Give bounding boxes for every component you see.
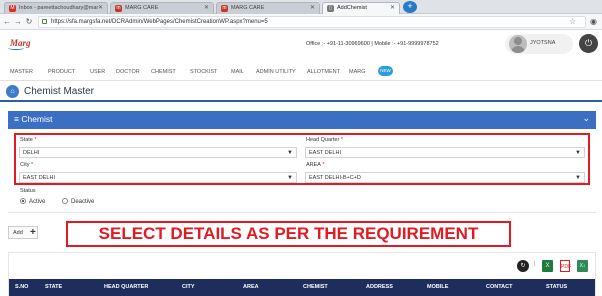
plus-icon: + xyxy=(30,227,36,238)
divider: | xyxy=(534,261,536,267)
menu-item-mail[interactable]: MAIL xyxy=(231,69,244,75)
page-icon: ▯ xyxy=(327,5,334,12)
gmail-icon: M xyxy=(9,5,16,12)
chevron-down-icon[interactable]: ⌄ xyxy=(582,113,590,124)
address-bar-row: ← → ↻ https://sfa.margsfa.net/DCRAdmin/W… xyxy=(0,14,602,30)
column-header: CITY xyxy=(182,284,195,290)
new-badge: NEW xyxy=(378,66,393,76)
column-header: CONTACT xyxy=(486,284,513,290)
chemist-panel-header: ≡ Chemist ⌄ xyxy=(8,111,596,129)
menu-item-allotment[interactable]: ALLOTMENT xyxy=(307,69,340,75)
main-menu: MASTER PRODUCT USER DOCTOR CHEMIST STOCK… xyxy=(0,64,602,81)
add-label: Add xyxy=(13,230,23,236)
close-icon[interactable]: ✕ xyxy=(310,3,315,14)
home-icon[interactable]: ⌂ xyxy=(6,85,19,98)
column-header: STATE xyxy=(45,284,63,290)
menu-item-chemist[interactable]: CHEMIST xyxy=(151,69,176,75)
menu-item-product[interactable]: PRODUCT xyxy=(48,69,75,75)
user-name: JYOTSNA xyxy=(530,40,556,46)
power-icon[interactable]: ⏻ xyxy=(579,34,598,53)
app-header: Marg Office :- +91-11-30969600 | Mobile … xyxy=(0,30,602,64)
page-title-bar: ⌂ Chemist Master xyxy=(0,81,602,102)
browser-tab-marg-care-1[interactable]: m MARG CARE ✕ xyxy=(110,2,214,14)
close-icon[interactable]: ✕ xyxy=(390,3,395,14)
column-header: S.NO xyxy=(15,284,29,290)
column-header: MOBILE xyxy=(427,284,449,290)
tab-label: Inbox - pareettachoudhary@mar xyxy=(19,5,99,11)
reload-icon[interactable]: ↻ xyxy=(24,16,34,28)
lock-icon xyxy=(42,19,47,24)
avatar xyxy=(509,35,527,53)
refresh-icon[interactable]: ↻ xyxy=(517,260,529,272)
menu-item-marg[interactable]: MARG xyxy=(349,69,366,75)
menu-item-doctor[interactable]: DOCTOR xyxy=(116,69,140,75)
divider xyxy=(8,212,596,213)
xls-download-icon[interactable]: X↓ xyxy=(577,260,588,272)
marg-icon: m xyxy=(115,5,122,12)
excel-icon[interactable]: X xyxy=(542,260,553,272)
radio-unchecked-icon xyxy=(62,198,68,204)
menu-item-stockist[interactable]: STOCKIST xyxy=(190,69,217,75)
forward-icon[interactable]: → xyxy=(13,16,23,28)
contact-info: Office :- +91-11-30969600 | Mobile :- +9… xyxy=(306,41,439,47)
status-active-label: Active xyxy=(29,199,46,205)
radio-checked-icon xyxy=(20,198,26,204)
column-header: AREA xyxy=(243,284,259,290)
tab-label: MARG CARE xyxy=(231,5,265,11)
panel-title: ≡ Chemist xyxy=(14,114,53,124)
add-button[interactable]: Add + xyxy=(8,226,38,239)
status-deactive-label: Deactive xyxy=(71,199,95,205)
close-icon[interactable]: ✕ xyxy=(98,3,103,14)
url-text: https://sfa.margsfa.net/DCRAdmin/WebPage… xyxy=(51,19,268,25)
chemist-grid: ↻ | X PDF X↓ S.NO STATE HEAD QUARTER CIT… xyxy=(8,252,596,296)
page-title: Chemist Master xyxy=(24,86,95,97)
url-field[interactable]: https://sfa.margsfa.net/DCRAdmin/WebPage… xyxy=(38,16,586,28)
user-menu[interactable]: JYOTSNA xyxy=(505,34,573,54)
pdf-icon[interactable]: PDF xyxy=(560,260,571,272)
column-header: CHEMIST xyxy=(303,284,328,290)
tab-label: AddChemist xyxy=(337,5,367,11)
browser-tab-marg-care-2[interactable]: m MARG CARE ✕ xyxy=(216,2,320,14)
logo-swoosh xyxy=(8,46,24,50)
table-header: S.NO STATE HEAD QUARTER CITY AREA CHEMIS… xyxy=(9,279,595,296)
new-tab-button[interactable]: + xyxy=(403,1,417,13)
browser-tab-addchemist[interactable]: ▯ AddChemist ✕ xyxy=(322,2,400,14)
column-header: ADDRESS xyxy=(366,284,393,290)
highlight-box xyxy=(14,133,590,185)
menu-item-master[interactable]: MASTER xyxy=(10,69,33,75)
browser-tabstrip: M Inbox - pareettachoudhary@mar ✕ m MARG… xyxy=(0,0,602,14)
column-header: HEAD QUARTER xyxy=(104,284,149,290)
menu-item-user[interactable]: USER xyxy=(90,69,105,75)
menu-item-admin-utility[interactable]: ADMIN UTILITY xyxy=(256,69,296,75)
marg-icon: m xyxy=(221,5,228,12)
status-active-radio[interactable]: Active xyxy=(20,198,45,205)
status-deactive-radio[interactable]: Deactive xyxy=(62,198,94,205)
browser-tab-inbox[interactable]: M Inbox - pareettachoudhary@mar ✕ xyxy=(4,2,108,14)
close-icon[interactable]: ✕ xyxy=(204,3,209,14)
status-label: Status xyxy=(20,188,36,194)
panel-title-text: Chemist xyxy=(21,114,53,124)
column-header: STATUS xyxy=(546,284,568,290)
tab-label: MARG CARE xyxy=(125,5,159,11)
instruction-callout: SELECT DETAILS AS PER THE REQUIREMENT xyxy=(66,221,511,247)
back-icon[interactable]: ← xyxy=(2,16,12,28)
bookmark-star-icon[interactable]: ☆ xyxy=(569,16,576,28)
extension-icon[interactable]: ◉ xyxy=(590,16,597,28)
